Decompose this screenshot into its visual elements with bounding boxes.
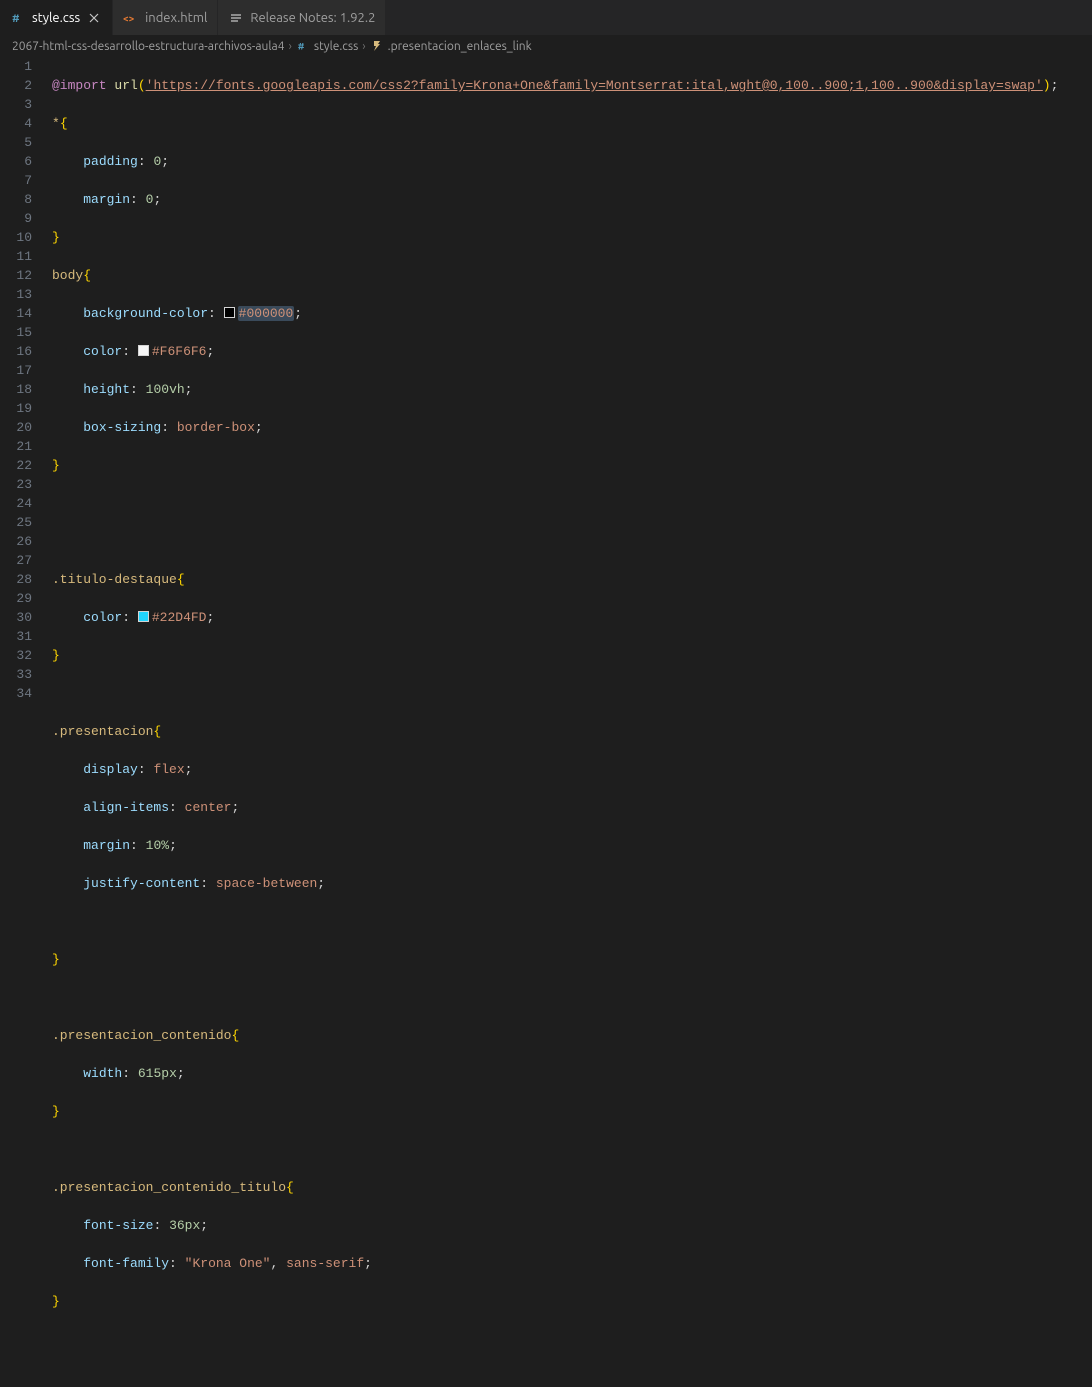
- prop-height: height: [83, 382, 130, 397]
- prop-bgcolor: background-color: [83, 306, 208, 321]
- prop-width: width: [83, 1066, 122, 1081]
- code-content[interactable]: @import url('https://fonts.googleapis.co…: [52, 57, 1092, 1387]
- css-file-icon: #: [10, 10, 26, 26]
- prop-display: display: [83, 762, 138, 777]
- breadcrumb-file[interactable]: style.css: [314, 40, 358, 53]
- breadcrumb-symbol[interactable]: .presentacion_enlaces_link: [388, 40, 532, 53]
- val-boxsizing: border-box: [177, 420, 255, 435]
- color-swatch-icon: [224, 307, 235, 318]
- prop-boxsizing: box-sizing: [83, 420, 161, 435]
- release-notes-icon: [228, 10, 244, 26]
- breadcrumb: 2067-html-css-desarrollo-estructura-arch…: [0, 35, 1092, 57]
- prop-margin: margin: [83, 192, 130, 207]
- val-bgcolor: #000000: [238, 306, 295, 321]
- prop-fontfamily: font-family: [83, 1256, 169, 1271]
- val-width-num: 615: [138, 1066, 161, 1081]
- svg-text:<>: <>: [123, 13, 135, 24]
- prop-color: color: [83, 610, 122, 625]
- html-file-icon: <>: [123, 10, 139, 26]
- svg-text:#: #: [298, 41, 305, 52]
- selector-pres-contenido-titulo: .presentacion_contenido_titulo: [52, 1180, 286, 1195]
- css-file-icon: #: [296, 39, 310, 53]
- color-swatch-icon: [138, 345, 149, 356]
- val-height-unit: vh: [169, 382, 185, 397]
- color-swatch-icon: [138, 611, 149, 622]
- selector-titulo: .titulo-destaque: [52, 572, 177, 587]
- val-height-num: 100: [146, 382, 169, 397]
- breadcrumb-folder[interactable]: 2067-html-css-desarrollo-estructura-arch…: [12, 40, 285, 53]
- val-fontsize-num: 36: [169, 1218, 185, 1233]
- chevron-right-icon: ›: [289, 40, 292, 53]
- tab-style-css[interactable]: # style.css: [0, 0, 113, 35]
- prop-padding: padding: [83, 154, 138, 169]
- symbol-icon: [370, 39, 384, 53]
- import-url: 'https://fonts.googleapis.com/css2?famil…: [146, 78, 1043, 93]
- val-fontsize-unit: px: [185, 1218, 201, 1233]
- tab-label: style.css: [32, 11, 80, 25]
- tab-release-notes[interactable]: Release Notes: 1.92.2: [218, 0, 386, 35]
- svg-text:#: #: [12, 13, 20, 25]
- prop-justify: justify-content: [83, 876, 200, 891]
- val-fontfamily-fallback: sans-serif: [286, 1256, 364, 1271]
- val-color: #F6F6F6: [152, 344, 207, 359]
- selector-star: *: [52, 116, 60, 131]
- chevron-right-icon: ›: [362, 40, 365, 53]
- val-margin-num: 10: [146, 838, 162, 853]
- close-icon[interactable]: [86, 10, 102, 26]
- url-func: url: [114, 78, 137, 93]
- val-display: flex: [153, 762, 184, 777]
- tab-label: index.html: [145, 11, 207, 25]
- code-editor[interactable]: 12345 678910 1112131415 1617181920 21222…: [0, 57, 1092, 1387]
- prop-margin: margin: [83, 838, 130, 853]
- selector-pres-contenido: .presentacion_contenido: [52, 1028, 231, 1043]
- val-alignitems: center: [185, 800, 232, 815]
- tab-label: Release Notes: 1.92.2: [250, 11, 375, 25]
- tab-index-html[interactable]: <> index.html: [113, 0, 218, 35]
- val-margin-unit: %: [161, 838, 169, 853]
- val-titulo-color: #22D4FD: [152, 610, 207, 625]
- selector-body: body: [52, 268, 83, 283]
- prop-color: color: [83, 344, 122, 359]
- val-fontfamily: "Krona One": [185, 1256, 271, 1271]
- val-width-unit: px: [161, 1066, 177, 1081]
- tab-bar: # style.css <> index.html Release Notes:…: [0, 0, 1092, 35]
- line-gutter: 12345 678910 1112131415 1617181920 21222…: [0, 57, 52, 1387]
- val-justify: space-between: [216, 876, 317, 891]
- prop-alignitems: align-items: [83, 800, 169, 815]
- selector-presentacion: .presentacion: [52, 724, 153, 739]
- at-import: @import: [52, 78, 107, 93]
- prop-fontsize: font-size: [83, 1218, 153, 1233]
